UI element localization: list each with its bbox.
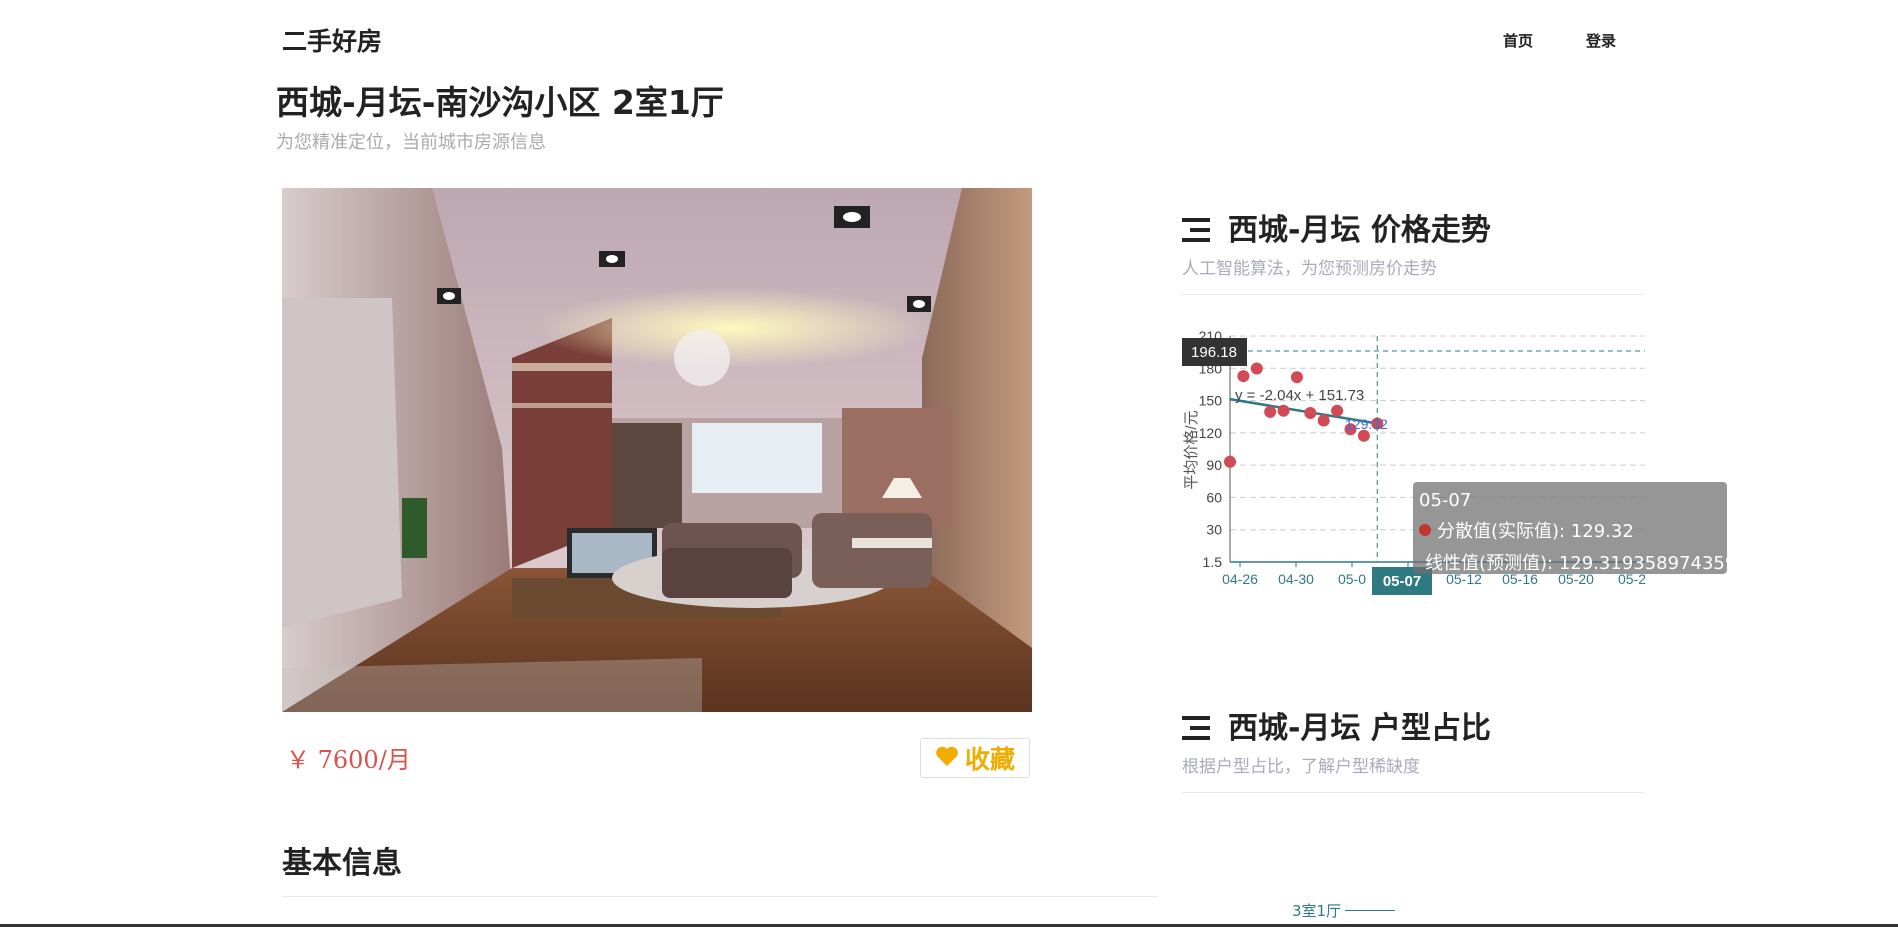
scatter-point[interactable]: [1250, 362, 1263, 375]
scatter-legend-dot: [1419, 524, 1431, 536]
scatter-point[interactable]: [1237, 370, 1250, 383]
tooltip-scatter-value: 分散值(实际值): 129.32: [1437, 521, 1634, 542]
scatter-point[interactable]: [1317, 414, 1330, 427]
tooltip-line-row: 线性值(预测值): 129.319358974359: [1419, 549, 1736, 575]
layout-share-divider: [1182, 792, 1644, 793]
list-icon: [1182, 215, 1210, 242]
price-trend-title: 西城-月坛 价格走势: [1228, 213, 1491, 248]
y-tick-label: 120: [1199, 425, 1223, 441]
layout-share-subtitle: 根据户型占比，了解户型稀缺度: [1182, 757, 1420, 777]
x-tick-label: 04-30: [1278, 571, 1314, 587]
pie-label-3room: 3室1厅: [1292, 902, 1342, 920]
basic-info-divider: [282, 896, 1158, 897]
y-axis-label: 平均价格/元: [1183, 410, 1200, 489]
heart-icon: [935, 744, 959, 773]
nav-home-link[interactable]: 首页: [1503, 30, 1533, 51]
basic-info-heading: 基本信息: [282, 846, 402, 881]
living-room-image: [282, 188, 1032, 712]
y-tick-label: 150: [1199, 393, 1223, 409]
tooltip-date: 05-07: [1419, 490, 1472, 511]
listing-subtitle: 为您精准定位，当前城市房源信息: [276, 132, 546, 153]
scatter-point[interactable]: [1290, 371, 1303, 384]
scatter-point[interactable]: [1304, 406, 1317, 419]
y-tick-label: 1.5: [1203, 554, 1223, 570]
listing-photo: [282, 188, 1032, 712]
price-trend-heading: 西城-月坛 价格走势: [1182, 205, 1491, 249]
scatter-point[interactable]: [1331, 404, 1344, 417]
y-tick-label: 60: [1206, 489, 1222, 505]
y-tick-label: 90: [1206, 457, 1222, 473]
crosshair-x-value: 05-07: [1383, 573, 1421, 590]
y-tick-label: 30: [1206, 522, 1222, 538]
tooltip-scatter-row: 分散值(实际值): 129.32: [1419, 517, 1727, 543]
regression-equation: y = -2.04x + 151.73: [1235, 387, 1364, 404]
layout-share-heading: 西城-月坛 户型占比: [1182, 703, 1491, 747]
scatter-point[interactable]: [1264, 405, 1277, 418]
favorite-button[interactable]: 收藏: [920, 738, 1030, 778]
list-icon: [1182, 713, 1210, 740]
nav-login-link[interactable]: 登录: [1586, 30, 1616, 51]
listing-title: 西城-月坛-南沙沟小区 2室1厅: [276, 83, 724, 122]
favorite-label: 收藏: [964, 745, 1015, 774]
chart-tooltip: 05-07 分散值(实际值): 129.32 线性值(预测值): 129.319…: [1413, 482, 1736, 575]
price-trend-divider: [1182, 294, 1644, 295]
layout-share-title: 西城-月坛 户型占比: [1228, 711, 1491, 746]
x-tick-label: 05-0: [1338, 571, 1366, 587]
tooltip-line-value: 线性值(预测值): 129.319358974359: [1425, 553, 1737, 574]
rent-price: ￥ 7600/月: [286, 746, 411, 774]
pie-label-leader: [1345, 910, 1395, 911]
scatter-point[interactable]: [1277, 404, 1290, 417]
scatter-point[interactable]: [1224, 455, 1236, 468]
crosshair-y-value: 196.18: [1191, 344, 1237, 361]
x-tick-label: 04-26: [1222, 571, 1258, 587]
site-logo[interactable]: 二手好房: [282, 22, 382, 58]
point-value-label: 129.32: [1345, 416, 1388, 432]
price-trend-subtitle: 人工智能算法，为您预测房价走势: [1182, 259, 1437, 279]
